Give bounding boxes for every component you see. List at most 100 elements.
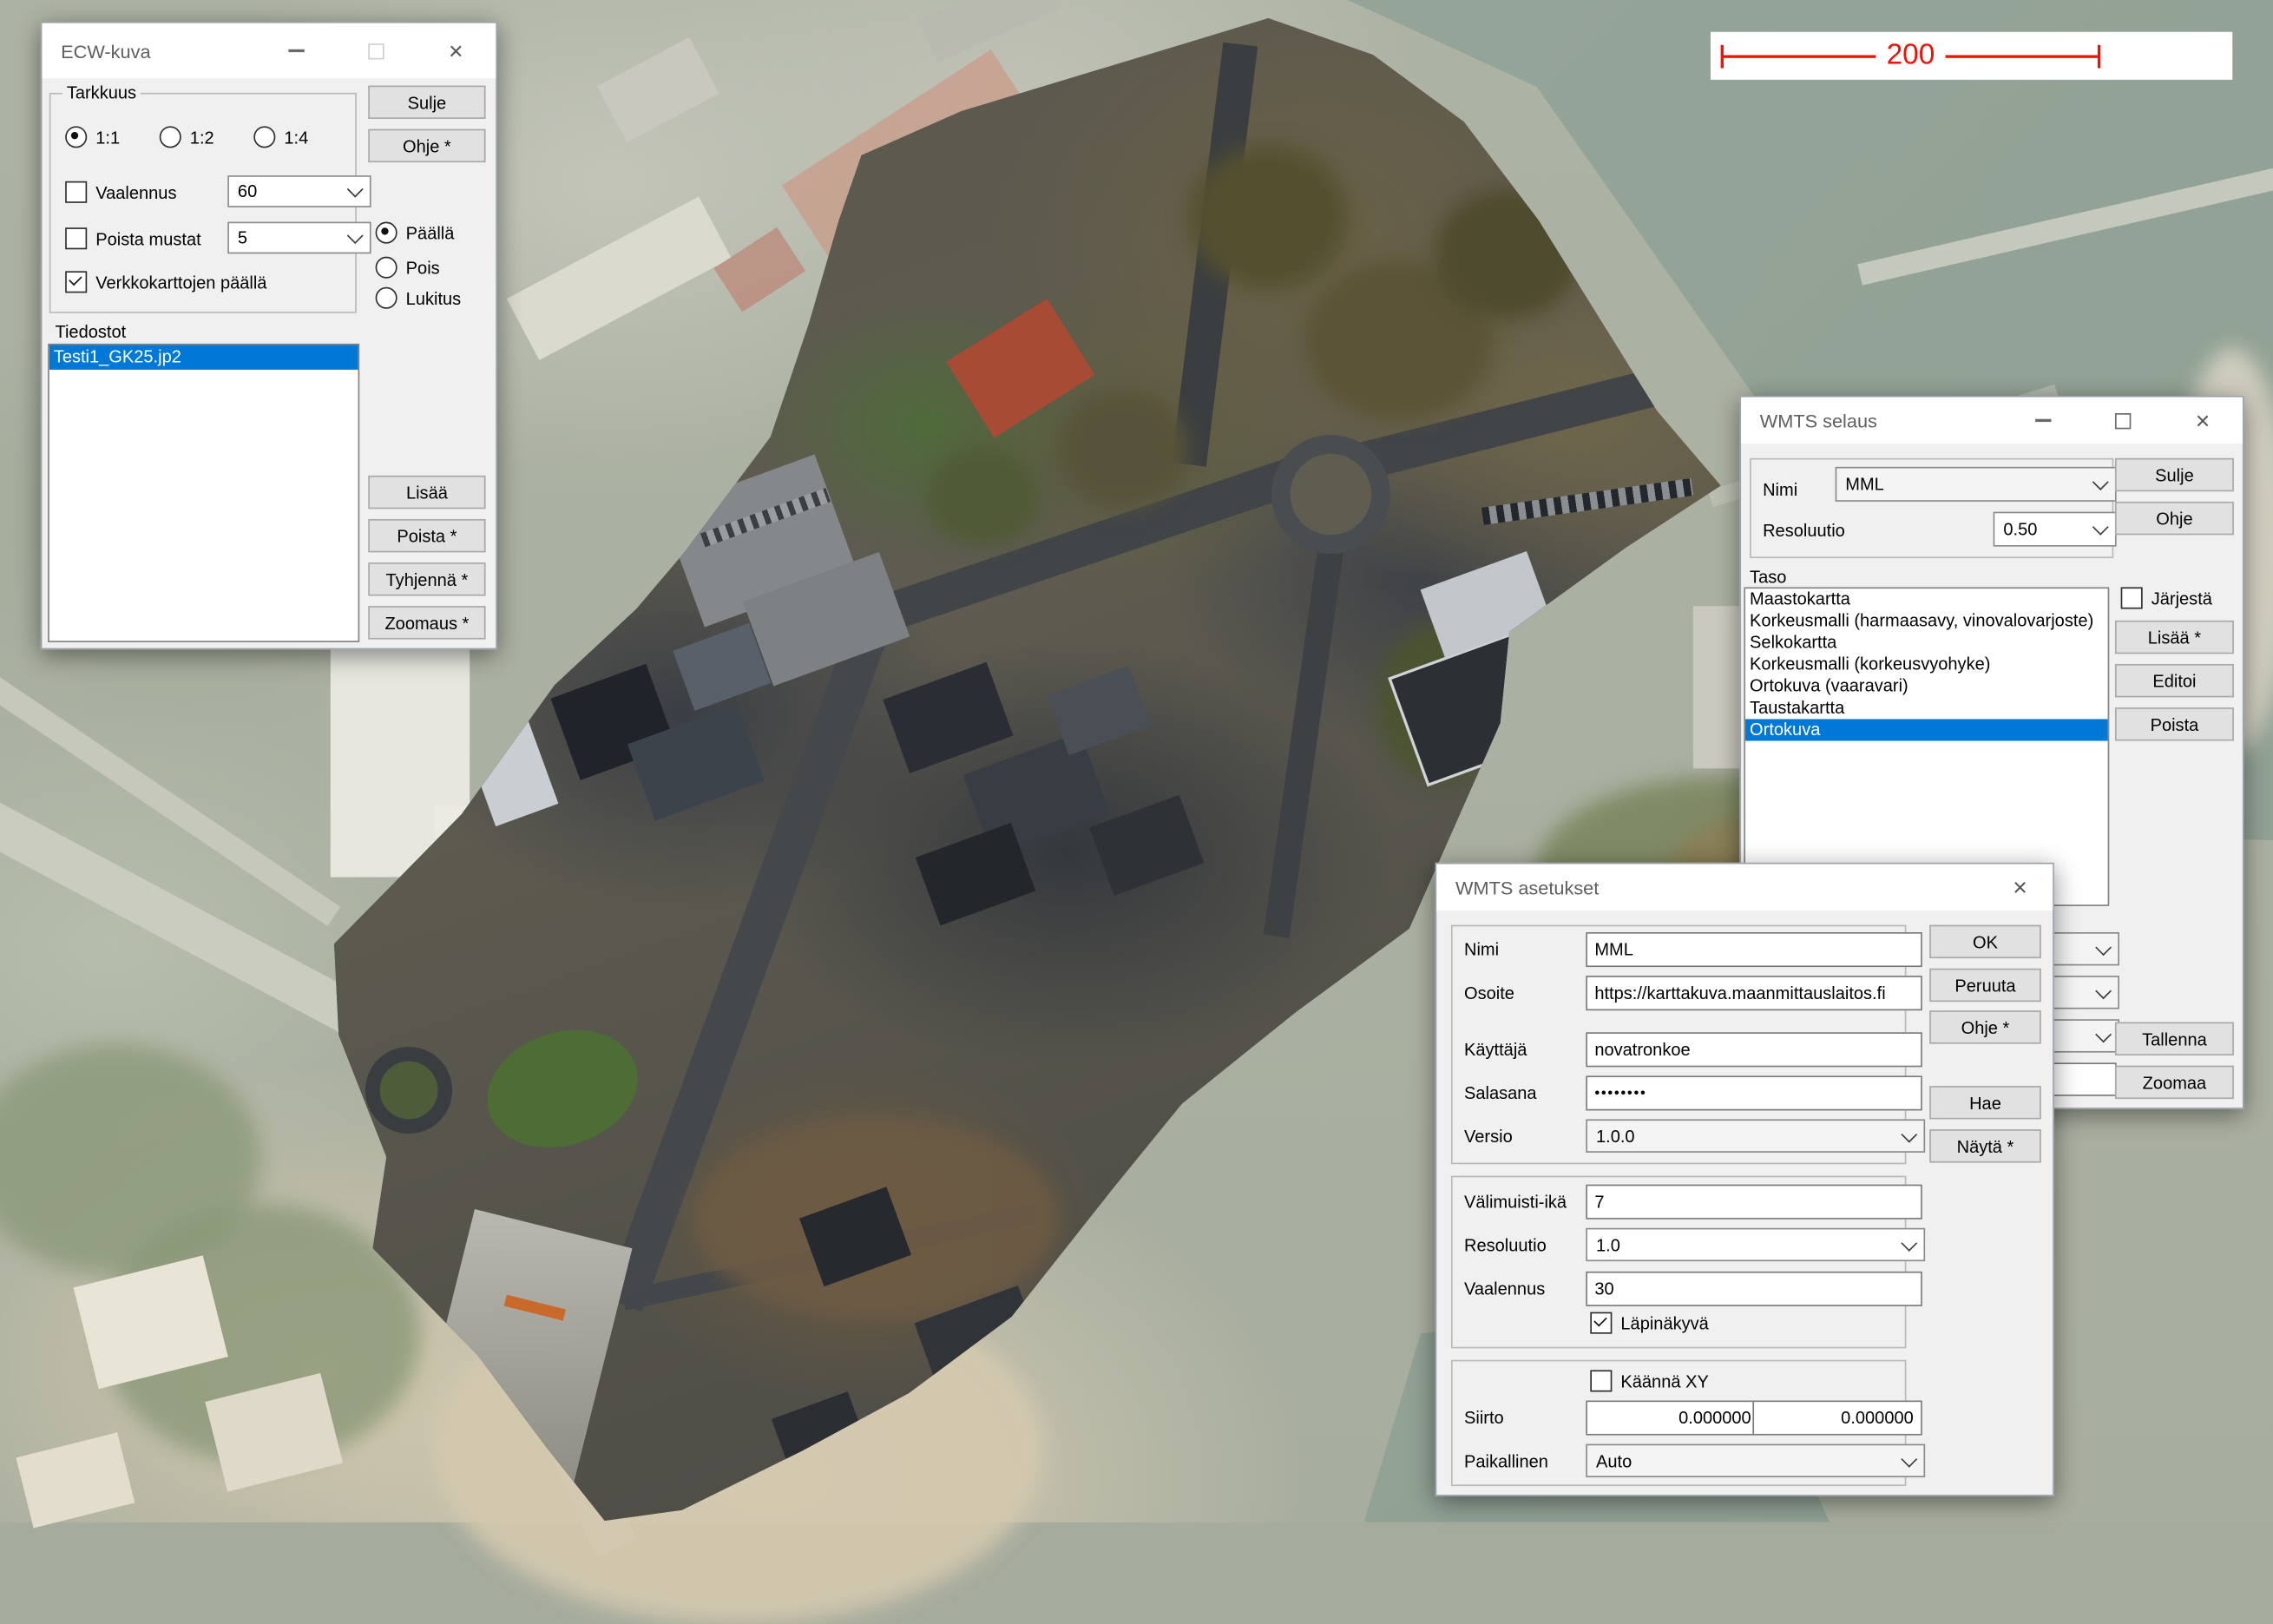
- vaalennus-input[interactable]: 30: [1586, 1272, 1922, 1306]
- checkbox-icon: [1590, 1312, 1612, 1334]
- list-item-layer[interactable]: Maastokartta: [1745, 588, 2108, 610]
- scalebar-line-left: [1724, 55, 1879, 57]
- checkbox-icon: [65, 181, 87, 203]
- radio-pois[interactable]: Pois: [376, 257, 440, 279]
- radio-label: Päällä: [406, 222, 455, 242]
- radio-label: 1:2: [190, 127, 214, 147]
- minimize-icon: [2035, 419, 2051, 422]
- list-item-layer[interactable]: Korkeusmalli (harmaasavy, vinovalovarjos…: [1745, 610, 2108, 632]
- trees: [928, 450, 1038, 545]
- maximize-button[interactable]: [2083, 398, 2163, 444]
- chevron-down-icon: [1901, 1126, 1917, 1142]
- siirto-y-input[interactable]: 0.000000: [1752, 1401, 1922, 1436]
- close-button[interactable]: ×: [2163, 398, 2243, 444]
- building: [883, 662, 1013, 773]
- lisaa-button[interactable]: Lisää *: [2115, 621, 2234, 654]
- close-button[interactable]: ×: [1987, 864, 2053, 910]
- jarjesta-checkbox[interactable]: Järjestä: [2121, 587, 2212, 608]
- app-window: 200 ECW-kuva × Tarkkuus 1:1 1:2 1:4: [0, 0, 2273, 1522]
- vaalennus-label: Vaalennus: [95, 182, 176, 202]
- nayta-button[interactable]: Näytä *: [1929, 1129, 2041, 1162]
- sulje-button[interactable]: Sulje: [368, 86, 485, 119]
- chevron-down-icon: [2095, 938, 2112, 955]
- salasana-input[interactable]: ••••••••: [1586, 1075, 1922, 1110]
- poista-mustat-checkbox[interactable]: Poista mustat: [65, 227, 201, 249]
- sulje-button[interactable]: Sulje: [2115, 458, 2234, 491]
- radio-1-2[interactable]: 1:2: [160, 126, 214, 148]
- lisaa-button[interactable]: Lisää: [368, 476, 485, 509]
- list-item-layer[interactable]: Ortokuva (vaaravari): [1745, 675, 2108, 697]
- radio-icon: [65, 126, 87, 148]
- osoite-label: Osoite: [1464, 983, 1514, 1003]
- versio-combo[interactable]: 1.0.0: [1586, 1119, 1925, 1152]
- maximize-icon: [2115, 412, 2131, 428]
- wmts-asetukset-titlebar[interactable]: WMTS asetukset ×: [1436, 864, 2053, 910]
- ok-button[interactable]: OK: [1929, 925, 2041, 958]
- zoomaus-button[interactable]: Zoomaus *: [368, 606, 485, 639]
- chevron-down-icon: [347, 181, 364, 198]
- radio-label: 1:4: [284, 127, 308, 147]
- ecw-titlebar[interactable]: ECW-kuva ×: [42, 23, 496, 78]
- paikallinen-combo[interactable]: Auto: [1586, 1444, 1925, 1477]
- taso-list[interactable]: Maastokartta Korkeusmalli (harmaasavy, v…: [1744, 587, 2109, 905]
- list-item-layer[interactable]: Taustakartta: [1745, 697, 2108, 719]
- lawn: [472, 1011, 654, 1167]
- peruuta-button[interactable]: Peruuta: [1929, 969, 2041, 1002]
- checkbox-icon: [65, 227, 87, 249]
- nimi-input[interactable]: MML: [1586, 932, 1922, 967]
- verkkokartat-label: Verkkokarttojen päällä: [95, 272, 266, 292]
- radio-paalla[interactable]: Päällä: [376, 222, 455, 244]
- close-icon: ×: [449, 38, 463, 62]
- roundabout: [365, 1047, 452, 1134]
- scalebar-line-right: [1942, 55, 2098, 57]
- wmts-selaus-title: WMTS selaus: [1760, 410, 1877, 431]
- siirto-label: Siirto: [1464, 1408, 1504, 1428]
- scalebar-label: 200: [1876, 39, 1945, 72]
- editoi-button[interactable]: Editoi: [2115, 664, 2234, 697]
- radio-lukitus[interactable]: Lukitus: [376, 287, 462, 309]
- hae-button[interactable]: Hae: [1929, 1086, 2041, 1119]
- kaanna-xy-label: Käännä XY: [1620, 1371, 1708, 1391]
- vaalennus-value-combo[interactable]: 60: [227, 175, 371, 207]
- minimize-button[interactable]: [2003, 398, 2083, 444]
- tiedostot-list[interactable]: Testi1_GK25.jp2: [48, 344, 359, 642]
- list-item-layer[interactable]: Korkeusmalli (korkeusvyohyke): [1745, 654, 2108, 675]
- ohje-button[interactable]: Ohje: [2115, 502, 2234, 535]
- resoluutio-value: 1.0: [1596, 1234, 1620, 1254]
- list-item-file[interactable]: Testi1_GK25.jp2: [49, 345, 358, 370]
- osoite-input[interactable]: https://karttakuva.maanmittauslaitos.fi: [1586, 976, 1922, 1010]
- poista-button[interactable]: Poista: [2115, 707, 2234, 740]
- kayttaja-input[interactable]: novatronkoe: [1586, 1032, 1922, 1067]
- list-item-layer[interactable]: Selkokartta: [1745, 632, 2108, 654]
- kaanna-xy-checkbox[interactable]: Käännä XY: [1590, 1370, 1708, 1391]
- zoomaa-button[interactable]: Zoomaa: [2115, 1066, 2234, 1099]
- scalebar-tick-right: [2098, 45, 2100, 69]
- verkkokartat-checkbox[interactable]: Verkkokarttojen päällä: [65, 271, 266, 293]
- wmts-asetukset-dialog: WMTS asetukset × Nimi MML Osoite https:/…: [1435, 863, 2054, 1496]
- ohje-button[interactable]: Ohje *: [1929, 1010, 2041, 1043]
- nimi-combo[interactable]: MML: [1836, 467, 2117, 502]
- vaalennus-value: 60: [238, 181, 257, 201]
- checkbox-icon: [65, 271, 87, 293]
- valimuisti-input[interactable]: 7: [1586, 1185, 1922, 1220]
- versio-value: 1.0.0: [1596, 1126, 1635, 1146]
- resoluutio-combo[interactable]: 0.50: [1994, 512, 2117, 547]
- radio-1-4[interactable]: 1:4: [253, 126, 308, 148]
- radio-icon: [376, 222, 397, 244]
- poista-mustat-value-combo[interactable]: 5: [227, 222, 371, 254]
- paikallinen-value: Auto: [1596, 1450, 1632, 1470]
- minimize-button[interactable]: [257, 23, 337, 78]
- close-button[interactable]: ×: [416, 23, 496, 78]
- siirto-x-input[interactable]: 0.000000: [1586, 1401, 1759, 1436]
- radio-1-1[interactable]: 1:1: [65, 126, 120, 148]
- ohje-button[interactable]: Ohje *: [368, 129, 485, 162]
- vaalennus-checkbox[interactable]: Vaalennus: [65, 181, 176, 203]
- tyhjenna-button[interactable]: Tyhjennä *: [368, 562, 485, 595]
- resoluutio-combo[interactable]: 1.0: [1586, 1228, 1925, 1261]
- wmts-selaus-titlebar[interactable]: WMTS selaus ×: [1741, 398, 2243, 444]
- poista-button[interactable]: Poista *: [368, 519, 485, 552]
- lapinakyva-checkbox[interactable]: Läpinäkyvä: [1590, 1312, 1708, 1334]
- lapinakyva-label: Läpinäkyvä: [1620, 1312, 1708, 1332]
- tallenna-button[interactable]: Tallenna: [2115, 1022, 2234, 1055]
- list-item-layer-selected[interactable]: Ortokuva: [1745, 719, 2108, 740]
